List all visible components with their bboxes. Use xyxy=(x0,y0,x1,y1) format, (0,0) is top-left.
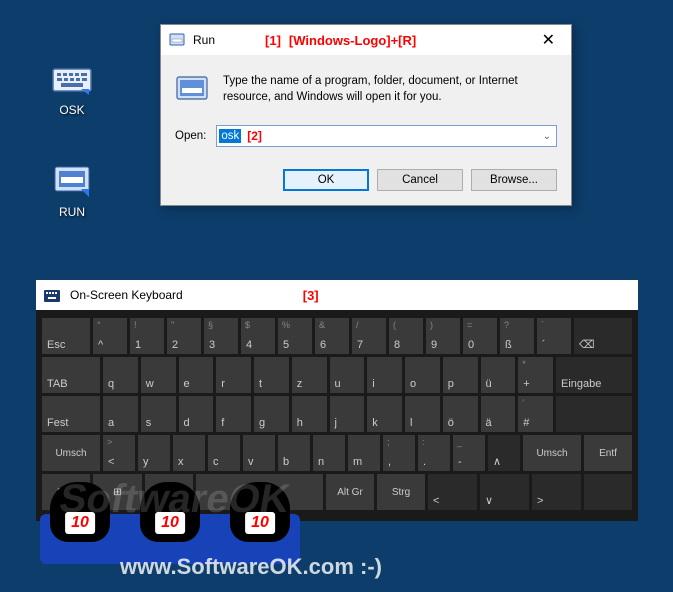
open-input[interactable]: osk [2] ⌄ xyxy=(216,125,557,147)
annotation-1: [1] xyxy=(265,33,281,48)
osk-key[interactable]: TAB xyxy=(42,357,100,393)
desktop-icon-label: OSK xyxy=(42,103,102,117)
run-dialog: Run [1] [Windows-Logo]+[R] ✕ Type the na… xyxy=(160,24,572,206)
osk-key[interactable]: (8 xyxy=(389,318,423,354)
desktop-icon-label: RUN xyxy=(42,205,102,219)
run-description: Type the name of a program, folder, docu… xyxy=(223,73,557,105)
osk-key[interactable]: Umsch xyxy=(42,435,100,471)
osk-key[interactable]: °^ xyxy=(93,318,127,354)
osk-key[interactable]: s xyxy=(141,396,176,432)
annotation-3: [3] xyxy=(303,288,319,303)
osk-key[interactable]: < xyxy=(428,474,477,510)
osk-key[interactable]: >< xyxy=(103,435,135,471)
osk-key[interactable]: l xyxy=(405,396,440,432)
osk-key[interactable]: e xyxy=(179,357,214,393)
run-icon xyxy=(51,160,93,202)
osk-key[interactable]: a xyxy=(103,396,138,432)
watermark-faded: SoftwareOK xyxy=(56,477,293,522)
osk-key[interactable]: ?ß xyxy=(500,318,534,354)
watermark-bottom: www.SoftwareOK.com :-) xyxy=(120,554,382,580)
osk-key[interactable]: y xyxy=(138,435,170,471)
osk-key[interactable]: d xyxy=(179,396,214,432)
osk-key[interactable]: w xyxy=(141,357,176,393)
osk-key[interactable]: &6 xyxy=(315,318,349,354)
osk-title: On-Screen Keyboard xyxy=(70,288,183,302)
close-button[interactable]: ✕ xyxy=(534,30,563,50)
osk-key[interactable]: Umsch xyxy=(523,435,581,471)
keyboard-icon xyxy=(51,58,93,100)
osk-key[interactable]: k xyxy=(367,396,402,432)
osk-key[interactable]: §3 xyxy=(204,318,238,354)
osk-key[interactable]: c xyxy=(208,435,240,471)
osk-titlebar[interactable]: On-Screen Keyboard [3] xyxy=(36,280,638,310)
osk-key[interactable]: `´ xyxy=(537,318,571,354)
osk-key[interactable]: ;, xyxy=(383,435,415,471)
osk-key[interactable]: )9 xyxy=(426,318,460,354)
osk-key[interactable]: :. xyxy=(418,435,450,471)
osk-key[interactable]: ∨ xyxy=(480,474,529,510)
osk-key[interactable] xyxy=(584,474,632,510)
osk-key[interactable]: Eingabe xyxy=(556,357,632,393)
osk-key[interactable]: ∧ xyxy=(488,435,520,471)
run-titlebar[interactable]: Run [1] [Windows-Logo]+[R] ✕ xyxy=(161,25,571,55)
osk-key[interactable]: b xyxy=(278,435,310,471)
osk-key[interactable]: i xyxy=(367,357,402,393)
osk-key[interactable]: _- xyxy=(453,435,485,471)
osk-key[interactable]: %5 xyxy=(278,318,312,354)
osk-key[interactable]: g xyxy=(254,396,289,432)
open-input-value: osk xyxy=(219,129,241,143)
osk-key[interactable]: n xyxy=(313,435,345,471)
browse-button[interactable]: Browse... xyxy=(471,169,557,191)
osk-key[interactable]: Strg xyxy=(377,474,425,510)
osk-key[interactable]: !1 xyxy=(130,318,164,354)
run-body-icon xyxy=(175,73,209,107)
osk-key[interactable]: t xyxy=(254,357,289,393)
osk-key[interactable]: o xyxy=(405,357,440,393)
osk-key[interactable]: q xyxy=(103,357,138,393)
chevron-down-icon[interactable]: ⌄ xyxy=(538,131,556,142)
osk-key[interactable]: x xyxy=(173,435,205,471)
desktop-icon-run[interactable]: RUN xyxy=(42,160,102,219)
osk-key[interactable]: '# xyxy=(518,396,553,432)
osk-key[interactable] xyxy=(556,396,632,432)
ok-button[interactable]: OK xyxy=(283,169,369,191)
osk-key[interactable]: $4 xyxy=(241,318,275,354)
osk-key[interactable]: /7 xyxy=(352,318,386,354)
run-title: Run xyxy=(193,33,215,47)
osk-key[interactable]: ⌫ xyxy=(574,318,632,354)
osk-key[interactable]: f xyxy=(216,396,251,432)
osk-key[interactable]: p xyxy=(443,357,478,393)
osk-key[interactable]: z xyxy=(292,357,327,393)
osk-key[interactable]: ü xyxy=(481,357,516,393)
osk-key[interactable]: > xyxy=(532,474,581,510)
osk-key[interactable]: j xyxy=(330,396,365,432)
osk-key[interactable]: *+ xyxy=(518,357,553,393)
desktop-icon-osk[interactable]: OSK xyxy=(42,58,102,117)
osk-key[interactable]: =0 xyxy=(463,318,497,354)
osk-key[interactable]: m xyxy=(348,435,380,471)
osk-key[interactable]: Alt Gr xyxy=(326,474,374,510)
osk-key[interactable]: ö xyxy=(443,396,478,432)
osk-key[interactable]: "2 xyxy=(167,318,201,354)
keyboard-icon xyxy=(44,289,60,301)
annotation-shortcut: [Windows-Logo]+[R] xyxy=(289,33,416,48)
annotation-2: [2] xyxy=(247,129,262,143)
osk-key[interactable]: v xyxy=(243,435,275,471)
osk-key[interactable]: Esc xyxy=(42,318,90,354)
cancel-button[interactable]: Cancel xyxy=(377,169,463,191)
osk-key[interactable]: Fest xyxy=(42,396,100,432)
osk-key[interactable]: Entf xyxy=(584,435,632,471)
open-label: Open: xyxy=(175,130,206,142)
osk-key[interactable]: u xyxy=(330,357,365,393)
run-dialog-icon xyxy=(169,32,185,48)
osk-key[interactable]: h xyxy=(292,396,327,432)
osk-key[interactable]: r xyxy=(216,357,251,393)
osk-key[interactable]: ä xyxy=(481,396,516,432)
